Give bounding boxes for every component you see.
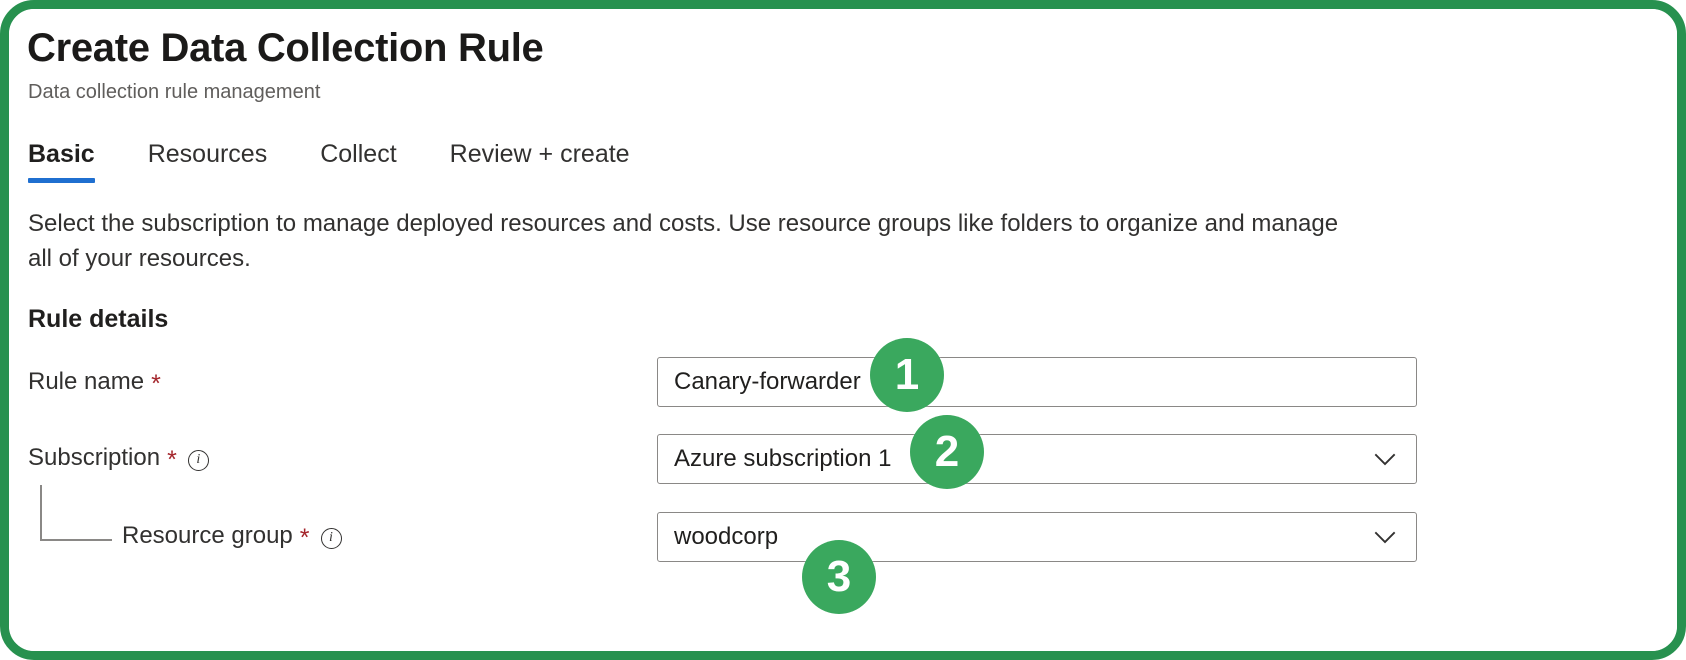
- required-asterisk-icon: *: [299, 524, 310, 553]
- subscription-select[interactable]: Azure subscription 1: [657, 433, 1417, 484]
- tab-basic[interactable]: Basic: [28, 140, 95, 183]
- form-row-rule-name: Rule name *: [28, 356, 1677, 408]
- resource-group-label-text: Resource group: [122, 522, 293, 550]
- tab-collect[interactable]: Collect: [320, 140, 396, 183]
- page-title: Create Data Collection Rule: [27, 26, 544, 70]
- subscription-label-text: Subscription: [28, 444, 161, 472]
- callout-badge-2: 2: [910, 415, 984, 489]
- chevron-down-icon: [1372, 446, 1398, 472]
- resource-group-control-wrap: woodcorp: [657, 511, 1417, 562]
- resource-group-label: Resource group * i: [122, 522, 342, 551]
- page-subtitle: Data collection rule management: [28, 81, 321, 103]
- rule-name-label: Rule name *: [28, 367, 161, 398]
- resource-group-select[interactable]: woodcorp: [657, 511, 1417, 562]
- rule-name-label-text: Rule name: [28, 367, 145, 395]
- callout-badge-3: 3: [802, 540, 876, 614]
- info-icon[interactable]: i: [320, 527, 342, 549]
- resource-group-selected-value: woodcorp: [674, 522, 779, 550]
- form-row-subscription: Subscription * i Azure subscription 1: [28, 433, 1677, 485]
- chevron-down-icon: [1372, 524, 1398, 550]
- tab-strip: Basic Resources Collect Review + create: [28, 131, 1677, 183]
- rule-name-control-wrap: [657, 356, 1417, 407]
- rule-details-heading: Rule details: [28, 304, 169, 333]
- callout-badge-1: 1: [870, 338, 944, 412]
- tab-review-create[interactable]: Review + create: [450, 140, 630, 183]
- subscription-selected-value: Azure subscription 1: [674, 444, 892, 472]
- required-asterisk-icon: *: [151, 369, 161, 398]
- tree-connector-icon: [40, 484, 112, 541]
- rule-name-input[interactable]: [657, 356, 1417, 407]
- tab-resources[interactable]: Resources: [148, 140, 268, 183]
- info-icon[interactable]: i: [187, 449, 209, 471]
- subscription-control-wrap: Azure subscription 1: [657, 433, 1417, 484]
- required-asterisk-icon: *: [167, 446, 177, 475]
- section-description: Select the subscription to manage deploy…: [28, 210, 1339, 272]
- azure-portal-create-dcr-screenshot: Create Data Collection Rule Data collect…: [0, 0, 1686, 660]
- subscription-label: Subscription * i: [28, 444, 209, 473]
